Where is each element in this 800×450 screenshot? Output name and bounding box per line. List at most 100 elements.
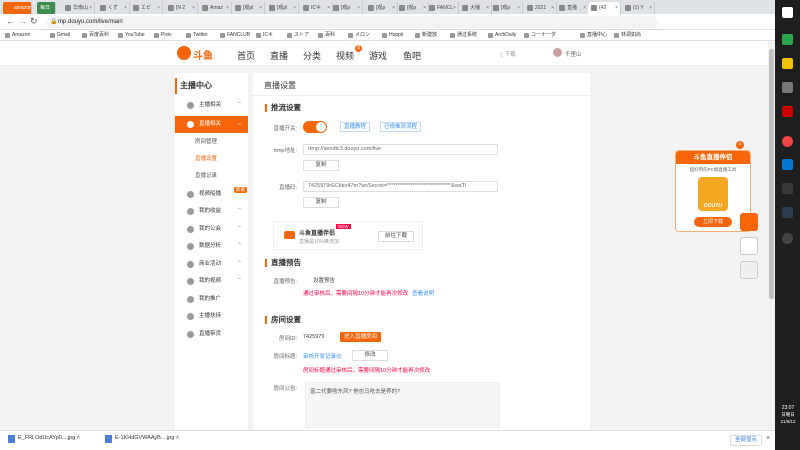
- bookmark-item[interactable]: Hoppii: [382, 31, 403, 40]
- scrollbar-thumb[interactable]: [769, 49, 774, 299]
- browser-tab[interactable]: ICキ ×: [300, 2, 333, 14]
- close-tab-icon[interactable]: ×: [293, 2, 296, 14]
- browser-tab[interactable]: [N 2 ×: [165, 2, 198, 14]
- page-scrollbar[interactable]: [768, 41, 775, 430]
- rtmp-input[interactable]: rtmp://sendtc3.douyu.com/live: [303, 144, 498, 155]
- close-tab-icon[interactable]: ×: [226, 2, 229, 14]
- bookmark-item[interactable]: 林调如尚: [614, 31, 641, 40]
- close-tab-icon[interactable]: ×: [89, 2, 92, 14]
- avatar[interactable]: [553, 48, 562, 57]
- nav-video[interactable]: 视频: [336, 49, 354, 62]
- bookmark-item[interactable]: Gmail: [50, 31, 70, 40]
- ad-download-button[interactable]: 立即下载: [694, 217, 732, 227]
- download-companion-button[interactable]: 前往下载: [378, 231, 414, 242]
- site-logo[interactable]: 斗鱼: [193, 47, 213, 62]
- download-item[interactable]: E-1KHdGVWAAyB....jpg ˄: [105, 435, 179, 443]
- taskbar-app-icon[interactable]: [782, 233, 793, 244]
- browser-tab[interactable]: [观p ×: [330, 2, 363, 14]
- taskbar-app-icon[interactable]: [782, 58, 793, 69]
- tab-group-chip[interactable]: 每日: [37, 2, 56, 14]
- browser-tab[interactable]: (42 ×: [588, 2, 621, 14]
- submenu-item[interactable]: 房间管理: [175, 135, 248, 150]
- chrome-icon[interactable]: [782, 136, 793, 147]
- docs-link[interactable]: 已修推流流程: [380, 122, 422, 132]
- address-bar[interactable]: 🔒 mp.douyu.com/live/main: [46, 16, 658, 28]
- browser-tab[interactable]: [观pl ×: [266, 2, 299, 14]
- browser-tab[interactable]: エビ ×: [130, 2, 163, 14]
- username[interactable]: 千里山: [565, 50, 582, 58]
- nav-fishbar[interactable]: 鱼吧: [403, 49, 421, 62]
- show-all-downloads-button[interactable]: 全部显示: [730, 435, 762, 446]
- sidebar-item[interactable]: 主播扶持: [175, 308, 248, 325]
- sidebar-item[interactable]: 我的推广: [175, 291, 248, 308]
- bookmark-item[interactable]: 通过系统: [450, 31, 477, 40]
- close-tab-icon[interactable]: ×: [259, 2, 262, 14]
- browser-tab[interactable]: 2021 ×: [524, 2, 557, 14]
- enter-room-button[interactable]: 进入直播房间: [340, 332, 382, 342]
- sidebar-item[interactable]: 主播相关 ⌃: [175, 97, 248, 114]
- browser-tab[interactable]: [观pl ×: [232, 2, 265, 14]
- close-tab-icon[interactable]: ×: [192, 2, 195, 14]
- forward-icon[interactable]: →: [18, 16, 27, 26]
- close-tab-icon[interactable]: ×: [551, 2, 554, 14]
- sidebar-item[interactable]: 我的公会 ⌃: [175, 221, 248, 238]
- taskbar-app-icon[interactable]: [782, 183, 793, 194]
- close-tab-icon[interactable]: ×: [583, 2, 586, 14]
- sidebar-item[interactable]: 数据分析 ⌃: [175, 238, 248, 255]
- close-downloads-icon[interactable]: ×: [766, 435, 770, 442]
- close-tab-icon[interactable]: ×: [649, 2, 652, 14]
- feedback-float-icon[interactable]: [740, 261, 758, 279]
- taskbar-app-icon[interactable]: [782, 159, 793, 170]
- copy-rtmp-button[interactable]: 复制: [303, 160, 339, 171]
- bookmark-item[interactable]: コーナーダ: [524, 31, 556, 40]
- view-docs-link[interactable]: 查看说明: [412, 291, 434, 297]
- submenu-item[interactable]: 直播设置: [175, 152, 248, 167]
- browser-tab[interactable]: FANCL ×: [426, 2, 459, 14]
- bookmark-item[interactable]: 百度百科: [82, 31, 109, 40]
- sidebar-item[interactable]: 我的收益 ⌃: [175, 203, 248, 220]
- play-float-icon[interactable]: [740, 213, 758, 231]
- bookmark-item[interactable]: Amazon: [5, 31, 30, 40]
- download-item[interactable]: E_FRLOdUcAYp0....jpg ˄: [8, 435, 80, 443]
- bookmark-item[interactable]: 百科: [318, 31, 335, 40]
- nav-category[interactable]: 分类: [303, 49, 321, 62]
- bookmark-item[interactable]: ICキ: [256, 31, 273, 40]
- bookmark-item[interactable]: FANCLUB: [220, 31, 250, 40]
- close-tab-icon[interactable]: ×: [392, 2, 395, 14]
- submenu-item[interactable]: 直播记录: [175, 169, 248, 184]
- nav-live[interactable]: 直播: [270, 49, 288, 62]
- sidebar-item[interactable]: 直播带货: [175, 326, 248, 343]
- browser-tab[interactable]: 直播 ×: [556, 2, 589, 14]
- download-link[interactable]: ▯ 下载: [500, 50, 516, 58]
- tab-group-chip[interactable]: amazon: [3, 2, 32, 14]
- stream-code-input[interactable]: 7425979rECkko47m?wsSecret=**************…: [303, 181, 498, 192]
- bookmark-item[interactable]: Pixiv: [154, 31, 172, 40]
- live-switch-toggle[interactable]: [303, 121, 327, 133]
- nav-game[interactable]: 游戏: [369, 49, 387, 62]
- taskbar-app-icon[interactable]: [782, 82, 793, 93]
- announcement-textarea[interactable]: 富二代要啥东风? 他也马吃去是养的?: [305, 382, 500, 428]
- close-tab-icon[interactable]: ×: [453, 2, 456, 14]
- reload-icon[interactable]: ↻: [30, 16, 38, 27]
- close-tab-icon[interactable]: ×: [615, 2, 618, 14]
- bookmark-item[interactable]: メロン: [348, 31, 370, 40]
- browser-tab[interactable]: [观p ×: [490, 2, 523, 14]
- taskbar-app-icon[interactable]: [782, 34, 793, 45]
- set-notice-button[interactable]: 设置预告: [313, 276, 335, 284]
- back-icon[interactable]: ←: [6, 16, 15, 26]
- close-tab-icon[interactable]: ×: [486, 2, 489, 14]
- tutorial-link[interactable]: 直播教程: [340, 122, 371, 132]
- browser-tab[interactable]: くず ×: [97, 2, 130, 14]
- sidebar-item[interactable]: 直播相关 ⌄: [175, 116, 248, 133]
- taskbar-app-icon[interactable]: [782, 106, 793, 117]
- taskbar-app-icon[interactable]: [782, 7, 793, 18]
- close-tab-icon[interactable]: ×: [124, 2, 127, 14]
- browser-tab[interactable]: [观p ×: [365, 2, 398, 14]
- browser-tab[interactable]: 大播 ×: [459, 2, 492, 14]
- browser-tab[interactable]: [观p ×: [396, 2, 429, 14]
- close-tab-icon[interactable]: ×: [357, 2, 360, 14]
- bookmark-item[interactable]: 新建放: [415, 31, 437, 40]
- close-tab-icon[interactable]: ×: [517, 2, 520, 14]
- bookmark-item[interactable]: ストア: [287, 31, 309, 40]
- home-float-icon[interactable]: [740, 237, 758, 255]
